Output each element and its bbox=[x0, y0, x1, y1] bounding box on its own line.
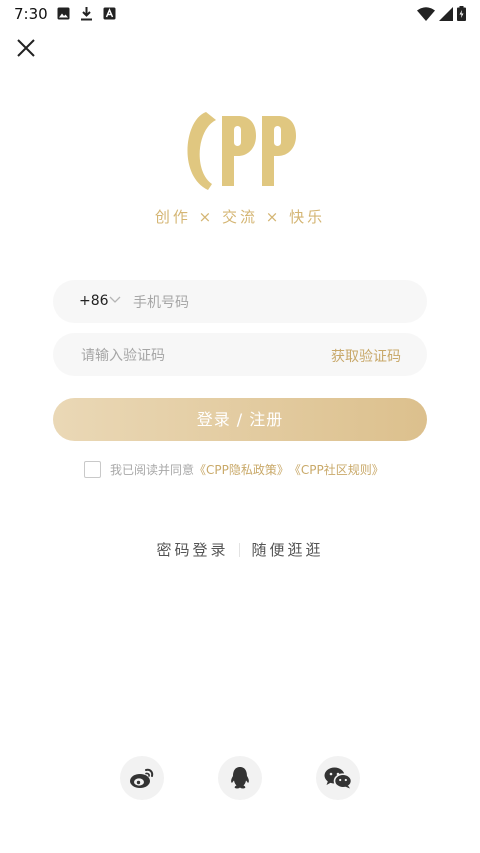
alt-login-row: 密码登录 随便逛逛 bbox=[0, 539, 480, 560]
slogan: 创作 × 交流 × 快乐 bbox=[154, 208, 326, 226]
login-register-button[interactable]: 登录 / 注册 bbox=[53, 398, 427, 441]
code-field: 获取验证码 bbox=[53, 333, 427, 378]
image-icon bbox=[57, 7, 70, 20]
country-code-selector[interactable]: +86 bbox=[79, 293, 109, 309]
login-screen: 7:30 创作 × 交流 × 快乐 +86 手机号码 请输入验证码 获取验证码 … bbox=[0, 0, 480, 853]
battery-icon bbox=[457, 6, 466, 21]
browse-link[interactable]: 随便逛逛 bbox=[252, 539, 324, 560]
agreement-row: 我已阅读并同意 《CPP隐私政策》 《CPP社区规则》 bbox=[84, 459, 384, 479]
signal-icon bbox=[439, 6, 453, 21]
agreement-checkbox[interactable] bbox=[84, 460, 101, 478]
password-login-link[interactable]: 密码登录 bbox=[156, 539, 228, 560]
cpp-logo bbox=[187, 112, 296, 190]
agreement-prefix: 我已阅读并同意 bbox=[110, 462, 195, 477]
get-code-button[interactable]: 获取验证码 bbox=[331, 346, 401, 366]
qq-icon bbox=[231, 767, 249, 789]
qq-login-button[interactable] bbox=[218, 756, 262, 800]
close-button[interactable] bbox=[12, 34, 40, 62]
weibo-icon bbox=[130, 768, 154, 788]
close-icon bbox=[17, 39, 35, 57]
community-rules-link[interactable]: 《CPP社区规则》 bbox=[289, 461, 384, 478]
phone-input[interactable] bbox=[131, 280, 405, 325]
status-right-icons bbox=[417, 6, 466, 21]
download-icon bbox=[81, 7, 92, 21]
phone-field: +86 bbox=[53, 280, 427, 325]
weibo-login-button[interactable] bbox=[120, 756, 164, 800]
verification-code-input[interactable] bbox=[79, 333, 313, 378]
font-icon bbox=[103, 7, 116, 20]
chevron-down-icon[interactable] bbox=[109, 295, 121, 305]
wifi-icon bbox=[417, 6, 435, 21]
status-bar: 7:30 bbox=[0, 0, 480, 28]
privacy-policy-link[interactable]: 《CPP隐私政策》 bbox=[194, 461, 289, 478]
status-time: 7:30 bbox=[14, 5, 48, 23]
status-left-icons bbox=[57, 6, 116, 21]
wechat-login-button[interactable] bbox=[316, 756, 360, 800]
divider bbox=[238, 542, 240, 557]
wechat-icon bbox=[324, 767, 352, 789]
